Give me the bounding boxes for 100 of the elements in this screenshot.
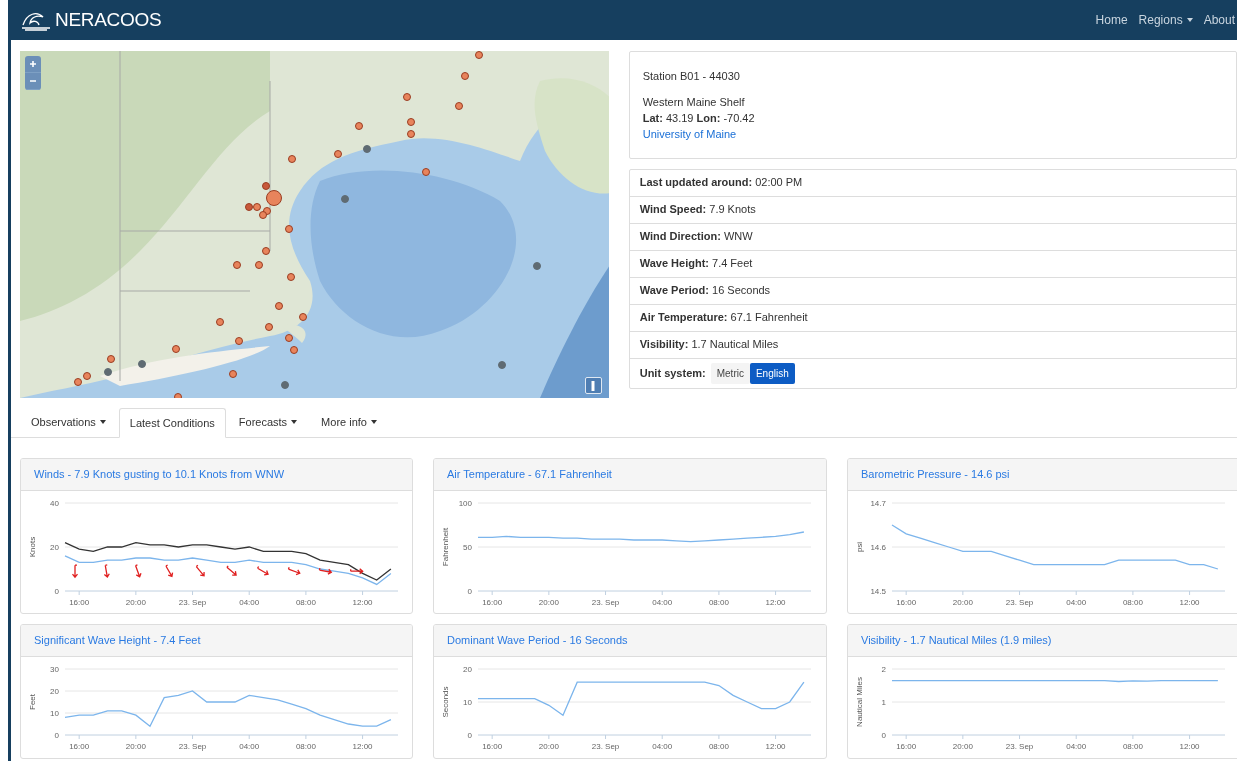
nav-link[interactable]: About bbox=[1203, 11, 1235, 29]
station-marker[interactable] bbox=[255, 261, 263, 269]
station-marker[interactable] bbox=[455, 102, 463, 110]
station-marker[interactable] bbox=[299, 313, 307, 321]
axis-tick-label: 08:00 bbox=[295, 598, 316, 607]
card-title[interactable]: Winds - 7.9 Knots gusting to 10.1 Knots from WNW bbox=[34, 466, 285, 483]
station-marker[interactable] bbox=[407, 118, 415, 126]
axis-tick-label: 23. Sep bbox=[1005, 598, 1034, 607]
axis-tick-label: 40 bbox=[50, 499, 59, 508]
station-marker[interactable] bbox=[83, 372, 91, 380]
station-marker[interactable] bbox=[253, 203, 261, 211]
axis-tick-label: 14.7 bbox=[870, 499, 886, 508]
minus-icon bbox=[29, 77, 37, 85]
condition-text: Air Temperature: 67.1 Fahrenheit bbox=[639, 310, 808, 326]
axis-tick-label: 12:00 bbox=[1179, 742, 1200, 751]
station-marker[interactable] bbox=[138, 360, 146, 368]
axis-tick-label: 0 bbox=[54, 587, 59, 596]
axis-tick-label: 10 bbox=[50, 709, 59, 718]
axis-tick-label: 2 bbox=[881, 665, 886, 674]
axis-tick-label: 16:00 bbox=[896, 742, 917, 751]
card-title[interactable]: Dominant Wave Period - 16 Seconds bbox=[447, 632, 628, 649]
station-marker[interactable] bbox=[229, 370, 237, 378]
station-marker[interactable] bbox=[334, 150, 342, 158]
unit-toggle[interactable]: Metric bbox=[710, 362, 750, 384]
unit-toggle[interactable]: English bbox=[749, 362, 795, 384]
nav-link[interactable]: Regions bbox=[1138, 11, 1193, 29]
axis-tick-label: 08:00 bbox=[1122, 598, 1143, 607]
station-marker[interactable] bbox=[104, 368, 112, 376]
card-title[interactable]: Visibility - 1.7 Nautical Miles (1.9 miles) bbox=[861, 632, 1052, 649]
axis-tick-label: 20:00 bbox=[952, 742, 973, 751]
station-marker[interactable] bbox=[498, 361, 506, 369]
axis-tick-label: 0 bbox=[467, 731, 472, 740]
axis-tick-label: 12:00 bbox=[352, 742, 373, 751]
info-icon bbox=[591, 380, 596, 391]
station-marker[interactable] bbox=[355, 122, 363, 130]
condition-text: Visibility: 1.7 Nautical Miles bbox=[639, 337, 779, 353]
zoom-out-button[interactable] bbox=[25, 73, 41, 90]
station-marker[interactable] bbox=[233, 261, 241, 269]
axis-tick-label: 20:00 bbox=[125, 598, 146, 607]
brand-name[interactable]: NERACOOS bbox=[55, 5, 162, 35]
condition-text: Wave Period: 16 Seconds bbox=[639, 283, 771, 299]
station-marker[interactable] bbox=[262, 247, 270, 255]
nav-link[interactable]: Home bbox=[1095, 11, 1128, 29]
card-title[interactable]: Significant Wave Height - 7.4 Feet bbox=[34, 632, 201, 649]
axis-tick-label: 16:00 bbox=[896, 598, 917, 607]
station-marker[interactable] bbox=[290, 346, 298, 354]
operator-link[interactable]: University of Maine bbox=[642, 125, 737, 142]
station-marker[interactable] bbox=[216, 318, 224, 326]
card-title[interactable]: Air Temperature - 67.1 Fahrenheit bbox=[447, 466, 612, 483]
axis-tick-label: 23. Sep bbox=[178, 742, 207, 751]
tab[interactable]: Forecasts bbox=[227, 407, 309, 437]
station-marker[interactable] bbox=[288, 155, 296, 163]
axis-tick-label: 16:00 bbox=[482, 742, 503, 751]
station-marker[interactable] bbox=[285, 225, 293, 233]
station-marker[interactable] bbox=[107, 355, 115, 363]
station-marker[interactable] bbox=[407, 130, 415, 138]
station-marker[interactable] bbox=[74, 378, 82, 386]
tab[interactable]: Observations bbox=[20, 407, 117, 437]
station-marker[interactable] bbox=[475, 51, 483, 59]
station-marker[interactable] bbox=[235, 337, 243, 345]
tab[interactable]: Latest Conditions bbox=[118, 408, 226, 438]
axis-tick-label: 0 bbox=[881, 731, 886, 740]
axis-tick-label: 0 bbox=[54, 731, 59, 740]
axis-tick-label: 12:00 bbox=[765, 598, 786, 607]
axis-tick-label: 100 bbox=[458, 499, 472, 508]
station-coordinates: Lat: 43.19 Lon: -70.42 bbox=[642, 110, 756, 126]
axis-tick-label: 14.5 bbox=[870, 587, 886, 596]
axis-tick-label: 16:00 bbox=[69, 742, 90, 751]
station-marker[interactable] bbox=[281, 381, 289, 389]
station-marker[interactable] bbox=[262, 182, 270, 190]
station-marker[interactable] bbox=[422, 168, 430, 176]
station-marker[interactable] bbox=[265, 323, 273, 331]
station-marker[interactable] bbox=[275, 302, 283, 310]
station-marker[interactable] bbox=[341, 195, 349, 203]
axis-tick-label: 1 bbox=[881, 698, 886, 707]
condition-text: Last updated around: 02:00 PM bbox=[639, 175, 803, 191]
card-title[interactable]: Barometric Pressure - 14.6 psi bbox=[861, 466, 1010, 483]
station-marker[interactable] bbox=[403, 93, 411, 101]
station-marker[interactable] bbox=[245, 203, 253, 211]
axis-tick-label: 23. Sep bbox=[591, 598, 620, 607]
axis-tick-label: 30 bbox=[50, 665, 59, 674]
axis-tick-label: 20 bbox=[50, 687, 59, 696]
axis-tick-label: 20 bbox=[463, 665, 472, 674]
axis-tick-label: 20:00 bbox=[538, 598, 559, 607]
axis-title: Nautical Miles bbox=[855, 677, 864, 727]
station-title: Station B01 - 44030 bbox=[642, 69, 741, 84]
axis-tick-label: 12:00 bbox=[352, 598, 373, 607]
station-marker[interactable] bbox=[461, 72, 469, 80]
station-marker[interactable] bbox=[285, 334, 293, 342]
station-marker[interactable] bbox=[533, 262, 541, 270]
condition-text: Wave Height: 7.4 Feet bbox=[639, 256, 753, 272]
station-marker[interactable] bbox=[172, 345, 180, 353]
tab[interactable]: More info bbox=[310, 407, 388, 437]
station-marker[interactable] bbox=[259, 211, 267, 219]
zoom-in-button[interactable] bbox=[25, 56, 41, 73]
axis-title: Seconds bbox=[441, 686, 450, 718]
axis-tick-label: 0 bbox=[467, 587, 472, 596]
station-marker[interactable] bbox=[287, 273, 295, 281]
station-marker[interactable] bbox=[363, 145, 371, 153]
axis-tick-label: 16:00 bbox=[69, 598, 90, 607]
